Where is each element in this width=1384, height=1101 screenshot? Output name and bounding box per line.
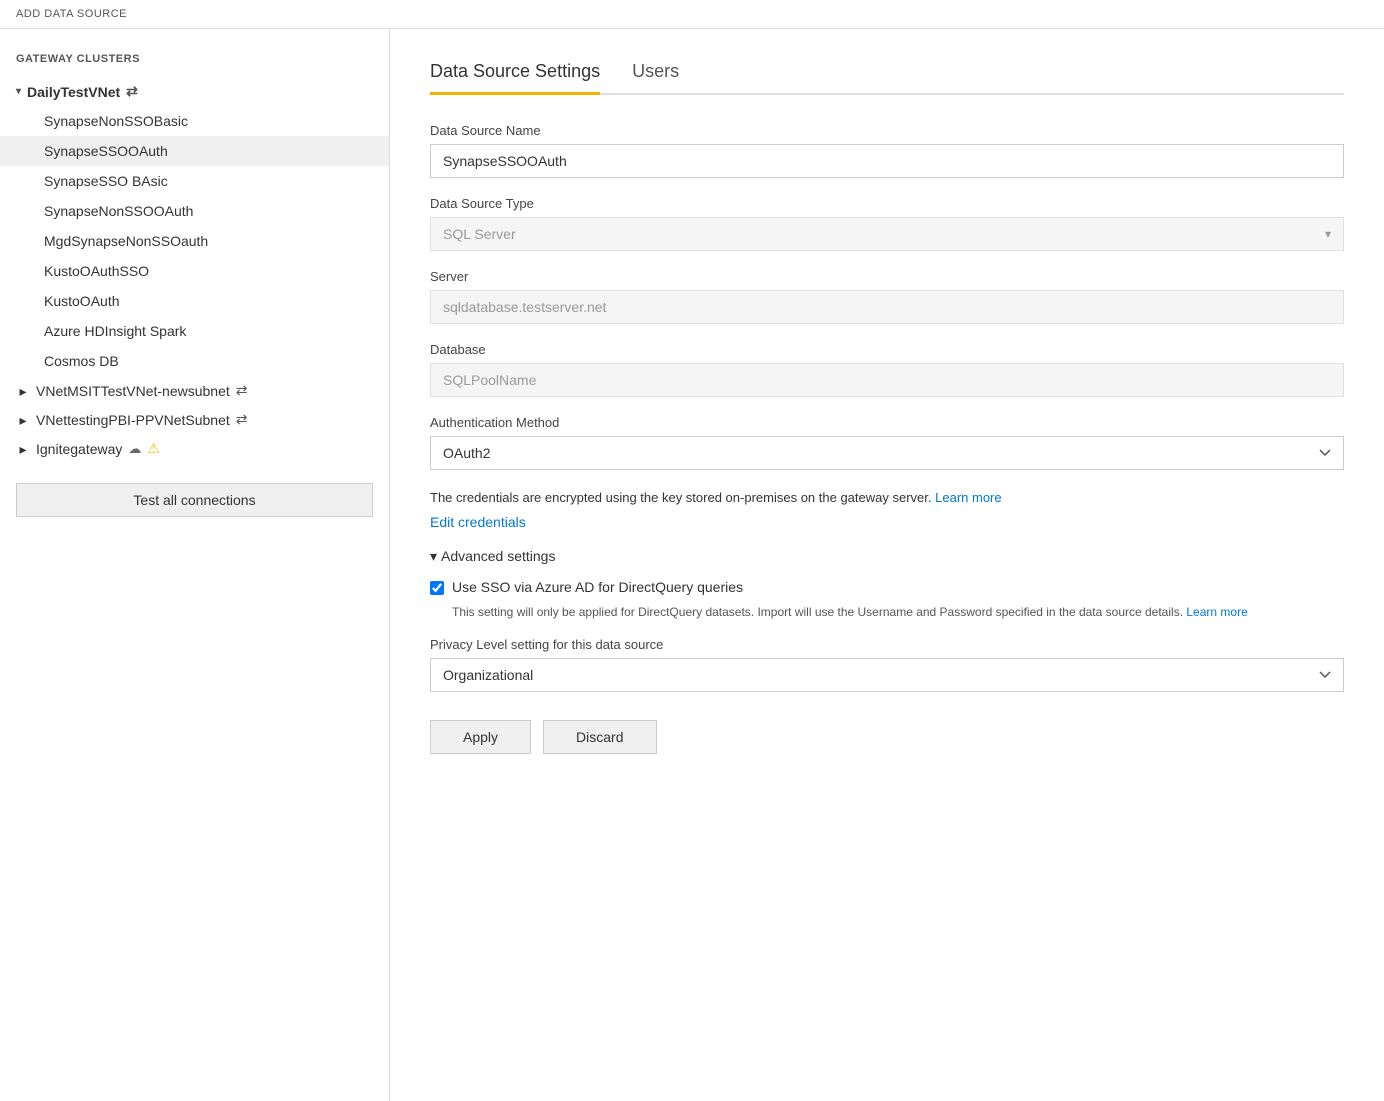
tabs-container: Data Source Settings Users bbox=[430, 53, 1344, 95]
network-icon-2: ⇄ bbox=[236, 382, 248, 399]
gateway-vnet-msit-label: VNetMSITTestVNet-newsubnet bbox=[36, 383, 230, 399]
data-source-type-value: SQL Server ▾ bbox=[430, 217, 1344, 251]
sso-checkbox[interactable] bbox=[430, 581, 444, 595]
network-icon-3: ⇄ bbox=[236, 411, 248, 428]
datasource-azure-hdinsight[interactable]: Azure HDInsight Spark bbox=[0, 316, 389, 346]
chevron-down-icon-advanced: ▾ bbox=[430, 548, 437, 565]
credentials-note-group: The credentials are encrypted using the … bbox=[430, 488, 1344, 530]
credentials-note: The credentials are encrypted using the … bbox=[430, 488, 1344, 508]
datasource-synapse-non-sso-auth[interactable]: SynapseNonSSOOAuth bbox=[0, 196, 389, 226]
edit-credentials-link[interactable]: Edit credentials bbox=[430, 514, 526, 530]
gateway-vnet-msit[interactable]: ▸ VNetMSITTestVNet-newsubnet ⇄ bbox=[0, 376, 389, 405]
data-source-name-label: Data Source Name bbox=[430, 123, 1344, 138]
gateway-daily-test-vnet[interactable]: ▾ DailyTestVNet ⇄ bbox=[0, 77, 389, 106]
apply-button[interactable]: Apply bbox=[430, 720, 531, 754]
chevron-down-icon-type: ▾ bbox=[1325, 227, 1331, 241]
gateway-ignite-label: Ignitegateway bbox=[36, 441, 122, 457]
button-row: Apply Discard bbox=[430, 720, 1344, 754]
auth-method-group: Authentication Method OAuth2 Windows Bas… bbox=[430, 415, 1344, 470]
server-group: Server sqldatabase.testserver.net bbox=[430, 269, 1344, 324]
cloud-icon: ☁ bbox=[128, 441, 141, 457]
database-value: SQLPoolName bbox=[430, 363, 1344, 397]
chevron-down-icon: ▾ bbox=[16, 86, 21, 97]
data-source-name-group: Data Source Name bbox=[430, 123, 1344, 178]
advanced-settings-group: ▾ Advanced settings Use SSO via Azure AD… bbox=[430, 548, 1344, 692]
warning-icon: ⚠ bbox=[147, 440, 160, 457]
main-content: Data Source Settings Users Data Source N… bbox=[390, 29, 1384, 1101]
database-group: Database SQLPoolName bbox=[430, 342, 1344, 397]
server-label: Server bbox=[430, 269, 1344, 284]
data-source-name-input[interactable] bbox=[430, 144, 1344, 178]
privacy-level-group: Privacy Level setting for this data sour… bbox=[430, 637, 1344, 692]
privacy-level-select[interactable]: Organizational Private Public None bbox=[430, 658, 1344, 692]
datasource-kusto-oauth[interactable]: KustoOAuth bbox=[0, 286, 389, 316]
learn-more-credentials-link[interactable]: Learn more bbox=[935, 490, 1001, 505]
datasource-synapse-sso-auth[interactable]: SynapseSSOOAuth bbox=[0, 136, 389, 166]
datasource-cosmos-db[interactable]: Cosmos DB bbox=[0, 346, 389, 376]
gateway-ignite[interactable]: ▸ Ignitegateway ☁ ⚠ bbox=[0, 434, 389, 463]
test-all-connections-button[interactable]: Test all connections bbox=[16, 483, 373, 517]
sidebar: GATEWAY CLUSTERS ▾ DailyTestVNet ⇄ Synap… bbox=[0, 29, 390, 1101]
database-label: Database bbox=[430, 342, 1344, 357]
data-source-type-label: Data Source Type bbox=[430, 196, 1344, 211]
auth-method-label: Authentication Method bbox=[430, 415, 1344, 430]
discard-button[interactable]: Discard bbox=[543, 720, 656, 754]
data-source-type-group: Data Source Type SQL Server ▾ bbox=[430, 196, 1344, 251]
server-value: sqldatabase.testserver.net bbox=[430, 290, 1344, 324]
datasource-mgd-synapse[interactable]: MgdSynapseNonSSOauth bbox=[0, 226, 389, 256]
auth-method-select[interactable]: OAuth2 Windows Basic bbox=[430, 436, 1344, 470]
sso-description: This setting will only be applied for Di… bbox=[452, 603, 1344, 621]
chevron-right-icon-3: ▸ bbox=[16, 442, 30, 456]
top-bar: ADD DATA SOURCE bbox=[0, 0, 1384, 29]
tab-data-source-settings[interactable]: Data Source Settings bbox=[430, 53, 600, 95]
advanced-settings-toggle[interactable]: ▾ Advanced settings bbox=[430, 548, 1344, 565]
datasource-synapse-non-sso-basic[interactable]: SynapseNonSSOBasic bbox=[0, 106, 389, 136]
chevron-right-icon-2: ▸ bbox=[16, 413, 30, 427]
chevron-right-icon: ▸ bbox=[16, 384, 30, 398]
privacy-level-label: Privacy Level setting for this data sour… bbox=[430, 637, 1344, 652]
sso-learn-more-link[interactable]: Learn more bbox=[1186, 605, 1247, 619]
datasource-kusto-oauth-sso[interactable]: KustoOAuthSSO bbox=[0, 256, 389, 286]
tab-users[interactable]: Users bbox=[632, 53, 679, 95]
top-bar-label: ADD DATA SOURCE bbox=[16, 8, 127, 20]
sso-checkbox-label[interactable]: Use SSO via Azure AD for DirectQuery que… bbox=[452, 579, 743, 595]
gateway-vnet-testing[interactable]: ▸ VNettestingPBI-PPVNetSubnet ⇄ bbox=[0, 405, 389, 434]
gateway-label: DailyTestVNet bbox=[27, 84, 120, 100]
datasource-synapse-sso-basic[interactable]: SynapseSSO BAsic bbox=[0, 166, 389, 196]
gateway-clusters-title: GATEWAY CLUSTERS bbox=[0, 45, 389, 77]
gateway-vnet-testing-label: VNettestingPBI-PPVNetSubnet bbox=[36, 412, 230, 428]
sso-checkbox-row: Use SSO via Azure AD for DirectQuery que… bbox=[430, 579, 1344, 595]
network-icon: ⇄ bbox=[126, 83, 138, 100]
